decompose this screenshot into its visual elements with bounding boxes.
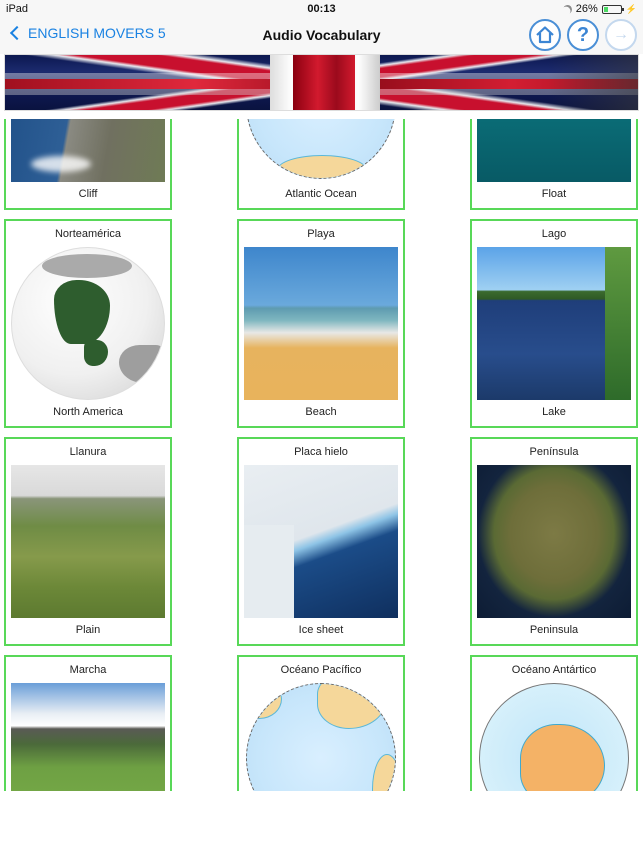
card-spanish-label: Playa [307,228,335,240]
navigation-bar: ENGLISH MOVERS 5 Audio Vocabulary ? → [0,18,643,54]
card-english-label: Beach [305,406,337,418]
back-button[interactable]: ENGLISH MOVERS 5 [8,25,166,41]
card-english-label: Atlantic Ocean [285,188,357,200]
atlantic-ocean-map [244,119,398,182]
cliff-photo [11,119,165,182]
card-spanish-label: Océano Pacífico [280,664,362,676]
vocab-card-cliff[interactable]: Cliff [4,119,172,210]
status-right: 26% ⚡ [563,3,637,15]
float-photo [477,119,631,182]
card-spanish-label: Lago [541,228,567,240]
card-english-label: North America [53,406,123,418]
question-icon: ? [576,24,590,46]
card-spanish-label: Marcha [69,664,107,676]
home-button[interactable] [529,19,561,51]
battery-fill [603,6,608,12]
status-time: 00:13 [307,3,336,15]
beach-photo [244,247,398,400]
card-spanish-label: Llanura [69,446,107,458]
battery-icon [601,4,624,14]
plain-photo [11,465,165,618]
card-english-label: Cliff [78,188,98,200]
card-spanish-label: Norteamérica [54,228,122,240]
vocab-card-plain[interactable]: Llanura Plain [4,437,172,646]
vocab-card-ice-sheet[interactable]: Placa hielo Ice sheet [237,437,405,646]
hiking-photo [11,683,165,791]
card-spanish-label: Océano Antártico [511,664,597,676]
moon-icon [561,3,573,15]
arrow-right-icon: → [613,26,629,43]
card-spanish-label: Península [529,446,579,458]
back-button-label: ENGLISH MOVERS 5 [28,25,166,41]
card-spanish-label: Placa hielo [294,446,348,458]
pacific-ocean-map [244,683,398,791]
battery-percent: 26% [575,3,598,15]
chevron-left-icon [9,25,25,41]
vocab-card-hike[interactable]: Marcha [4,655,172,791]
flag-stripe [293,55,355,110]
charging-bolt-icon: ⚡ [625,3,637,14]
card-english-label: Plain [75,624,101,636]
status-bar: iPad 00:13 26% ⚡ [0,0,643,18]
peninsula-satellite-photo [477,465,631,618]
home-icon [536,26,554,44]
vocab-card-north-america[interactable]: Norteamérica North America [4,219,172,428]
antarctic-ocean-map [477,683,631,791]
vocab-card-peninsula[interactable]: Península Peninsula [470,437,638,646]
vocab-card-atlantic-ocean[interactable]: Atlantic Ocean [237,119,405,210]
vocab-card-float[interactable]: Float [470,119,638,210]
flag-shading [548,55,638,110]
vocab-card-beach[interactable]: Playa Beach [237,219,405,428]
next-button[interactable]: → [605,19,637,51]
vocabulary-grid[interactable]: Cliff Atlantic Ocean Float Norteamérica … [0,119,643,791]
vocab-card-lake[interactable]: Lago Lake [470,219,638,428]
help-button[interactable]: ? [567,19,599,51]
card-english-label: Float [541,188,567,200]
card-english-label: Ice sheet [298,624,344,636]
north-america-globe [11,247,165,400]
card-english-label: Lake [542,406,566,418]
union-jack-banner [4,54,639,111]
vocab-card-antarctic-ocean[interactable]: Océano Antártico [470,655,638,791]
nav-actions: ? → [529,19,637,51]
card-english-label: Peninsula [529,624,579,636]
vocab-card-pacific-ocean[interactable]: Océano Pacífico [237,655,405,791]
lake-photo [477,247,631,400]
ice-sheet-photo [244,465,398,618]
